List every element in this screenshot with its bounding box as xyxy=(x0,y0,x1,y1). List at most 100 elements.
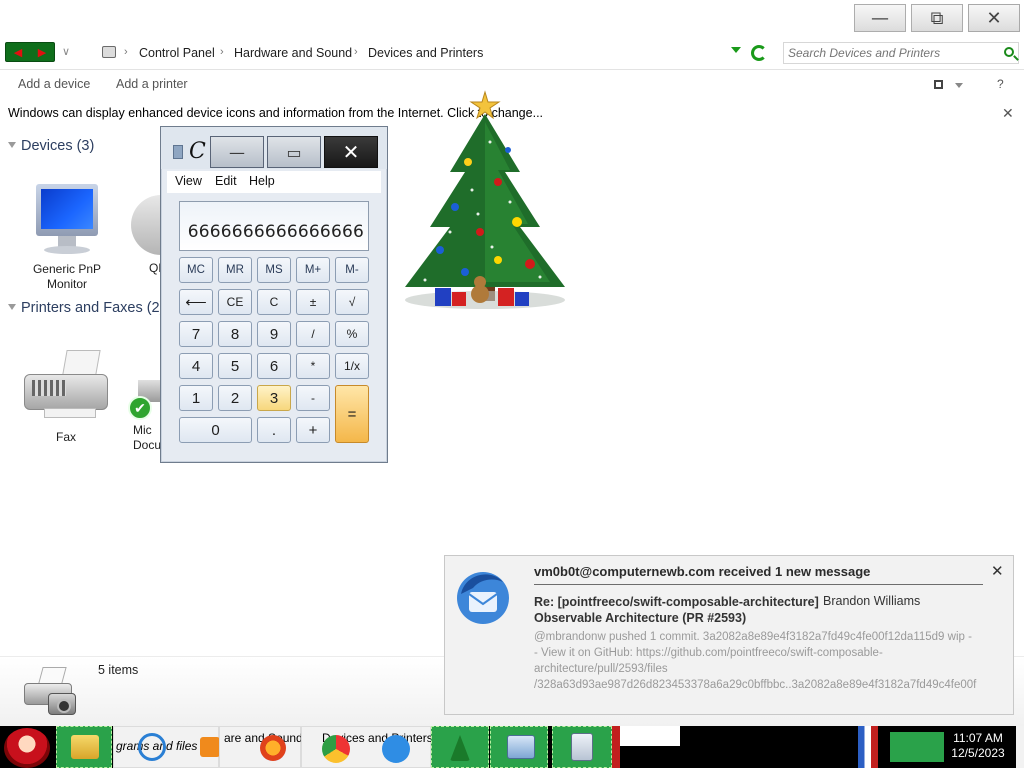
breadcrumb-chevron-icon[interactable]: › xyxy=(220,46,224,58)
key-mc[interactable]: MC xyxy=(179,257,213,283)
collapse-triangle-icon[interactable] xyxy=(8,304,16,310)
minimize-button[interactable]: — xyxy=(854,4,906,32)
search-icon[interactable] xyxy=(1004,47,1014,57)
back-button[interactable]: ◀ xyxy=(6,43,30,61)
key-divide[interactable]: / xyxy=(296,321,330,347)
key-equals[interactable]: = xyxy=(335,385,369,443)
refresh-icon[interactable] xyxy=(751,45,767,61)
calculator-icon xyxy=(571,733,593,761)
message-subject[interactable]: Re: [pointfreeco/swift-composable-archit… xyxy=(534,594,824,626)
key-add[interactable]: + xyxy=(296,417,330,443)
devices-group-header[interactable]: Devices (3) xyxy=(8,138,94,154)
calculator-title: C xyxy=(189,139,206,164)
taskbar-calculator[interactable] xyxy=(552,726,612,768)
breadcrumb-chevron-icon[interactable]: › xyxy=(354,46,358,58)
system-tray-icons[interactable] xyxy=(890,732,944,762)
taskbar-christmas-tree[interactable] xyxy=(431,726,489,768)
key-1[interactable]: 1 xyxy=(179,385,213,411)
new-mail-notification[interactable]: vm0b0t@computernewb.com received 1 new m… xyxy=(444,555,1014,715)
taskbar: grams and files are and Sound Devices an… xyxy=(0,726,1024,768)
forward-button[interactable]: ▶ xyxy=(30,43,54,61)
info-bar-close-icon[interactable]: ✕ xyxy=(1002,105,1014,122)
key-0[interactable]: 0 xyxy=(179,417,252,443)
key-reciprocal[interactable]: 1/x xyxy=(335,353,369,379)
key-6[interactable]: 6 xyxy=(257,353,291,379)
key-percent[interactable]: % xyxy=(335,321,369,347)
printers-group-header[interactable]: Printers and Faxes (2) xyxy=(8,300,164,316)
notification-title: vm0b0t@computernewb.com received 1 new m… xyxy=(534,564,871,579)
key-sqrt[interactable]: √ xyxy=(335,289,369,315)
taskbar-explorer-window[interactable]: grams and files xyxy=(113,726,220,768)
collapse-triangle-icon[interactable] xyxy=(8,142,16,148)
key-7[interactable]: 7 xyxy=(179,321,213,347)
calculator-minimize-button[interactable]: — xyxy=(210,136,264,168)
start-button[interactable] xyxy=(4,728,50,768)
key-backspace[interactable]: ⟵ xyxy=(179,289,213,315)
key-m-minus[interactable]: M- xyxy=(335,257,369,283)
key-c[interactable]: C xyxy=(257,289,291,315)
printer-label: Fax xyxy=(55,430,76,444)
calculator-close-button[interactable]: ✕ xyxy=(324,136,378,168)
menu-help[interactable]: Help xyxy=(249,174,275,188)
search-input[interactable] xyxy=(788,45,988,61)
christmas-tree-image xyxy=(405,90,565,309)
close-icon: ✕ xyxy=(986,7,1002,29)
calculator-maximize-button[interactable]: ▭ xyxy=(267,136,321,168)
key-3[interactable]: 3 xyxy=(257,385,291,411)
calculator-window[interactable]: C — ▭ ✕ View Edit Help 6666666666666666 … xyxy=(160,126,388,463)
help-button[interactable]: ? xyxy=(997,77,1004,91)
show-desktop-button[interactable] xyxy=(1016,726,1024,768)
breadcrumb-devices-and-printers[interactable]: Devices and Printers xyxy=(368,46,483,60)
key-8[interactable]: 8 xyxy=(218,321,252,347)
calculator-titlebar[interactable]: C — ▭ ✕ xyxy=(161,127,387,169)
key-9[interactable]: 9 xyxy=(257,321,291,347)
key-plus-minus[interactable]: ± xyxy=(296,289,330,315)
display-value: 6666666666666666 xyxy=(187,222,364,242)
add-printer-button[interactable]: Add a printer xyxy=(116,77,188,91)
device-generic-pnp-monitor[interactable]: Generic PnP Monitor xyxy=(22,184,112,292)
add-device-button[interactable]: Add a device xyxy=(18,77,90,91)
address-dropdown-icon[interactable] xyxy=(731,47,741,53)
close-button[interactable]: ✕ xyxy=(968,4,1020,32)
thunderbird-icon xyxy=(457,572,509,624)
printer-fax[interactable]: Fax xyxy=(18,350,114,445)
breadcrumb-control-panel[interactable]: Control Panel xyxy=(139,46,215,60)
minimize-icon: — xyxy=(871,7,889,29)
printer-label[interactable]: Mic Docu xyxy=(133,423,161,453)
menu-edit[interactable]: Edit xyxy=(215,174,237,188)
maximize-button[interactable]: ⧉ xyxy=(911,4,963,32)
printer-microsoft-document[interactable]: ✔ xyxy=(128,380,160,420)
taskbar-divider xyxy=(612,726,620,768)
key-4[interactable]: 4 xyxy=(179,353,213,379)
message-sender: Brandon Williams xyxy=(823,594,921,608)
taskbar-control-panel-app[interactable] xyxy=(490,726,548,768)
monitor-icon xyxy=(34,184,100,258)
breadcrumb-chevron-icon[interactable]: › xyxy=(124,46,128,58)
notification-close-icon[interactable]: ✕ xyxy=(991,562,1004,580)
key-5[interactable]: 5 xyxy=(218,353,252,379)
menu-view[interactable]: View xyxy=(175,174,202,188)
explorer-titlebar: — ⧉ ✕ xyxy=(0,0,1024,36)
search-box[interactable] xyxy=(783,42,1019,64)
notification-area-flag[interactable] xyxy=(858,726,878,768)
recent-pages-chevron-icon[interactable]: ∨ xyxy=(62,45,70,58)
message-preview[interactable]: @mbrandonw pushed 1 commit. 3a2082a8e89e… xyxy=(534,629,976,693)
taskbar-clock[interactable]: 11:07 AM 12/5/2023 xyxy=(948,731,1008,761)
breadcrumb-hardware-and-sound[interactable]: Hardware and Sound xyxy=(234,46,352,60)
key-subtract[interactable]: - xyxy=(296,385,330,411)
taskbar-control-panel[interactable]: are and Sound xyxy=(219,726,303,768)
taskbar-devices-and-printers[interactable]: Devices and Printers xyxy=(301,726,433,768)
firefox-icon xyxy=(260,735,286,761)
key-multiply[interactable]: * xyxy=(296,353,330,379)
key-ce[interactable]: CE xyxy=(218,289,252,315)
taskbar-file-explorer[interactable] xyxy=(56,726,112,768)
key-ms[interactable]: MS xyxy=(257,257,291,283)
chrome-icon xyxy=(322,735,350,763)
address-bar: ◀ ▶ ∨ › Control Panel › Hardware and Sou… xyxy=(0,36,1024,70)
key-2[interactable]: 2 xyxy=(218,385,252,411)
view-dropdown-icon[interactable] xyxy=(955,83,963,88)
view-options-icon[interactable] xyxy=(934,80,943,89)
key-decimal[interactable]: . xyxy=(257,417,291,443)
key-mr[interactable]: MR xyxy=(218,257,252,283)
key-m-plus[interactable]: M+ xyxy=(296,257,330,283)
